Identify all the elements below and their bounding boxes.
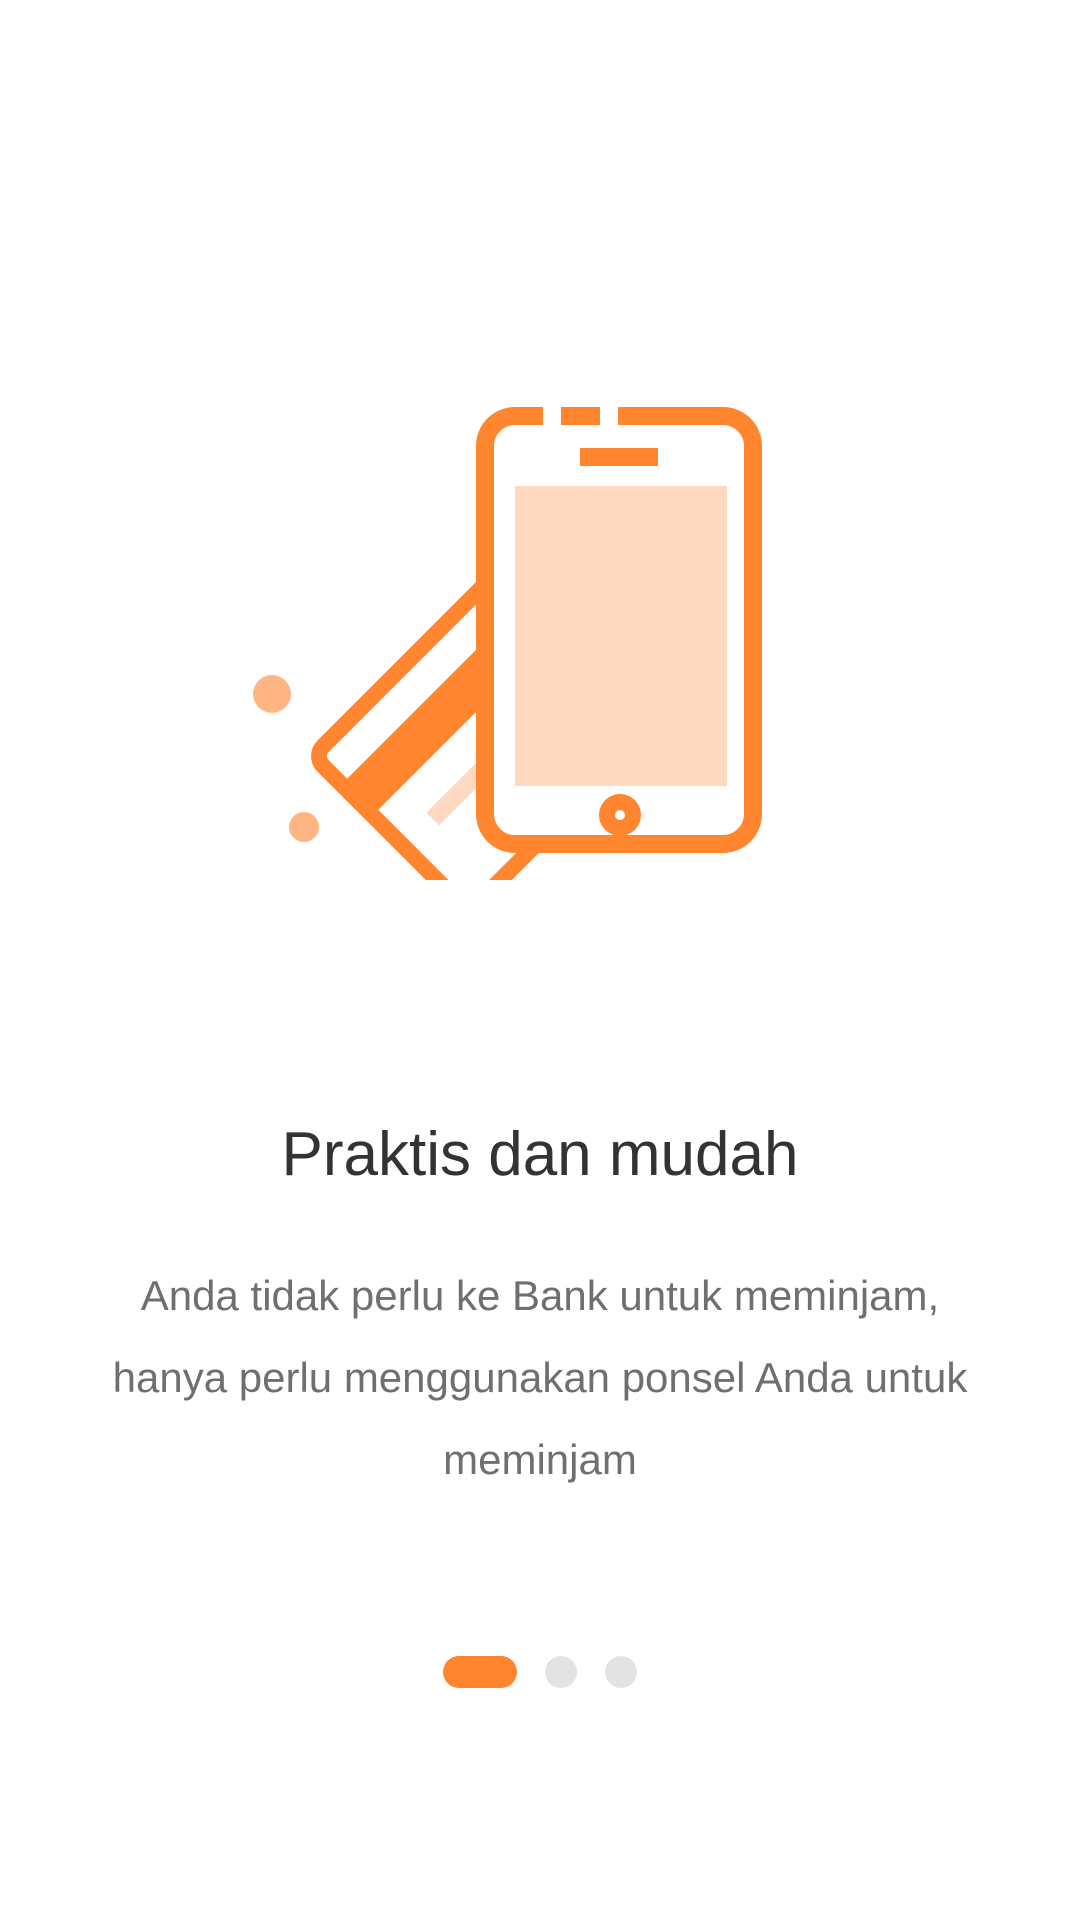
description-line: hanya perlu menggunakan ponsel Anda untu…	[112, 1354, 968, 1401]
onboarding-title: Praktis dan mudah	[281, 1120, 799, 1189]
description-line: Anda tidak perlu ke Bank untuk meminjam,	[140, 1272, 940, 1319]
description-line: meminjam	[443, 1436, 637, 1483]
page-indicator	[0, 1656, 1080, 1688]
onboarding-screen: Praktis dan mudah Anda tidak perlu ke Ba…	[0, 0, 1080, 1920]
card-and-phone-illustration	[230, 400, 790, 880]
decor-dot-large	[253, 675, 291, 713]
card-and-phone-icon	[253, 404, 762, 880]
onboarding-description: Anda tidak perlu ke Bank untuk meminjam,…	[80, 1255, 1000, 1501]
smartphone-icon	[476, 404, 762, 853]
page-indicator-dot-1-active[interactable]	[443, 1656, 517, 1688]
decor-dot-medium	[289, 812, 319, 842]
page-indicator-dot-3[interactable]	[605, 1656, 637, 1688]
page-indicator-dot-2[interactable]	[545, 1656, 577, 1688]
